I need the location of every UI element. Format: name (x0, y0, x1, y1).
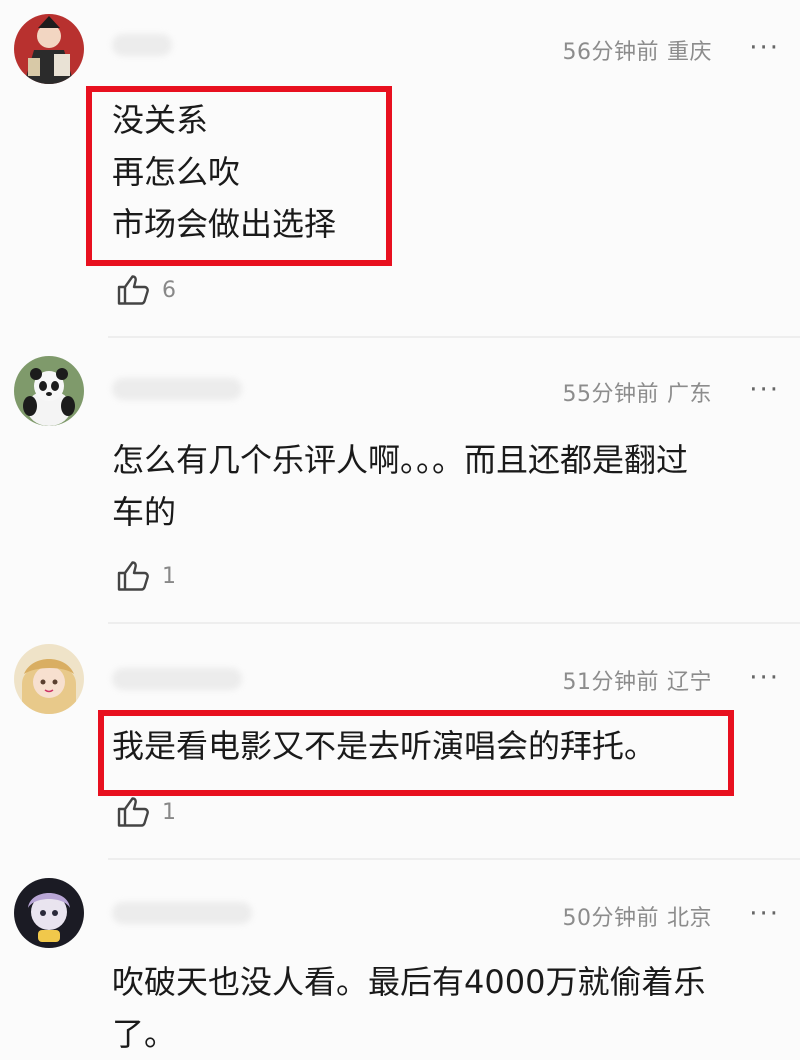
avatar-image-icon (14, 14, 84, 84)
comment-line: 吹破天也没人看。最后有4000万就偷着乐 (112, 963, 706, 1001)
like-button[interactable]: 1 (116, 558, 176, 594)
more-options-icon[interactable]: ··· (749, 901, 780, 927)
comment-meta: 51分钟前 辽宁 (562, 664, 712, 696)
avatar-image-icon (14, 878, 84, 948)
like-count: 6 (162, 277, 176, 303)
comment-location: 北京 (666, 906, 712, 931)
divider (108, 622, 800, 624)
comment-location: 重庆 (666, 40, 712, 65)
comment-location: 广东 (666, 382, 712, 407)
comment-line: 了。 (112, 1015, 177, 1053)
avatar[interactable] (14, 644, 84, 714)
comment-line: 车的 (112, 493, 177, 531)
more-options-icon[interactable]: ··· (749, 35, 780, 61)
thumbs-up-icon (117, 797, 149, 827)
username-hidden (112, 34, 172, 56)
avatar-image-icon (14, 356, 84, 426)
comment-meta: 56分钟前 重庆 (562, 34, 712, 66)
like-count: 1 (162, 799, 176, 825)
more-options-icon[interactable]: ··· (749, 377, 780, 403)
divider (108, 336, 800, 338)
comment-meta: 50分钟前 北京 (562, 900, 712, 932)
username-hidden (112, 668, 242, 690)
avatar-image-icon (14, 644, 84, 714)
like-button[interactable]: 1 (116, 794, 176, 830)
comment-time: 56分钟前 (562, 40, 659, 65)
comment-time: 55分钟前 (562, 382, 659, 407)
comment-time: 50分钟前 (562, 906, 659, 931)
comment-meta: 55分钟前 广东 (562, 376, 712, 408)
username-hidden (112, 378, 242, 400)
thumbs-up-icon (117, 561, 149, 591)
avatar[interactable] (14, 14, 84, 84)
comment-text: 吹破天也没人看。最后有4000万就偷着乐 了。 (112, 956, 782, 1060)
highlight-box (86, 86, 392, 266)
username-hidden (112, 902, 252, 924)
avatar[interactable] (14, 356, 84, 426)
comment-line: 怎么有几个乐评人啊。。。而且还都是翻过 (112, 441, 689, 479)
like-button[interactable]: 6 (116, 272, 176, 308)
comment-text: 怎么有几个乐评人啊。。。而且还都是翻过 车的 (112, 434, 782, 538)
thumbs-up-icon (117, 275, 149, 305)
highlight-box (98, 710, 734, 796)
more-options-icon[interactable]: ··· (749, 665, 780, 691)
comment-location: 辽宁 (666, 670, 712, 695)
divider (108, 858, 800, 860)
avatar[interactable] (14, 878, 84, 948)
comment-time: 51分钟前 (562, 670, 659, 695)
like-count: 1 (162, 563, 176, 589)
